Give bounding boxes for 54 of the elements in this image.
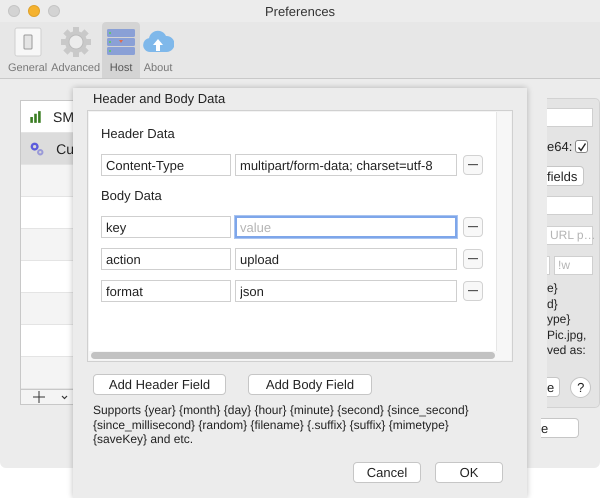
value-field[interactable]: upload <box>235 248 457 270</box>
input-field[interactable] <box>547 196 593 215</box>
sheet-title: Header and Body Data <box>93 91 226 107</box>
note-text: Pic.jpg, <box>547 328 586 343</box>
window-title: Preferences <box>264 4 336 18</box>
add-header-field-button[interactable]: Add Header Field <box>93 374 226 395</box>
key-field[interactable]: key <box>101 216 231 238</box>
cancel-button[interactable]: Cancel <box>353 462 421 482</box>
minimize-button[interactable] <box>28 5 40 17</box>
value-field[interactable]: multipart/form-data; charset=utf-8 <box>235 154 457 176</box>
note-text: ved as: <box>547 343 586 358</box>
key-field[interactable]: action <box>101 248 231 270</box>
toolbar-tab[interactable]: Advanced <box>49 22 102 78</box>
remove-button[interactable] <box>463 249 483 269</box>
remove-button[interactable] <box>463 217 483 237</box>
add-body-field-button[interactable]: Add Body Field <box>248 374 372 395</box>
key-field[interactable]: Content-Type <box>101 154 231 176</box>
note-text: ype} <box>547 312 572 328</box>
checkbox[interactable] <box>575 140 588 153</box>
server-icon <box>105 26 138 58</box>
checkmark-icon <box>576 142 587 152</box>
minus-icon <box>468 290 478 292</box>
section-title: Header Data <box>101 126 176 141</box>
caret-icon <box>61 394 68 400</box>
help-button[interactable]: ? <box>570 376 592 398</box>
note-text: e} <box>547 281 559 296</box>
remove-button[interactable] <box>463 281 483 301</box>
close-button[interactable] <box>8 5 20 17</box>
input-field[interactable] <box>547 108 593 127</box>
vertical-scrollbar[interactable] <box>496 112 511 352</box>
value-field[interactable]: json <box>235 280 457 302</box>
value-field[interactable]: value <box>235 216 457 238</box>
plus-icon <box>32 391 45 403</box>
toolbar-tab[interactable]: Host <box>102 22 140 78</box>
ok-button[interactable]: OK <box>435 462 503 482</box>
base64-label: e64: <box>547 139 572 154</box>
switch-icon <box>12 26 44 58</box>
note-text: d} <box>547 296 559 312</box>
zoom-button[interactable] <box>48 5 60 17</box>
minus-icon <box>468 258 478 260</box>
help-text: Supports {year} {month} {day} {hour} {minute} {second} {since_second} {since_millisecond} {random} {filename} {.suffix} {suffix} {mimetype} {saveKey} and etc. <box>93 403 470 446</box>
toolbar-tab[interactable]: General <box>6 22 50 78</box>
action-button[interactable]: e <box>547 377 560 397</box>
horizontal-scrollbar[interactable] <box>91 352 495 359</box>
key-field[interactable]: format <box>101 280 231 302</box>
section-title: Body Data <box>101 188 163 203</box>
minus-icon <box>468 164 478 166</box>
toolbar-tab[interactable]: About <box>140 22 176 78</box>
host-list-item[interactable]: Cu <box>21 133 74 165</box>
bottom-button[interactable]: e <box>541 418 579 438</box>
fields-button[interactable]: fields <box>547 166 584 186</box>
remove-button[interactable] <box>463 155 483 175</box>
gear-icon <box>60 26 92 58</box>
minus-icon <box>468 226 478 228</box>
